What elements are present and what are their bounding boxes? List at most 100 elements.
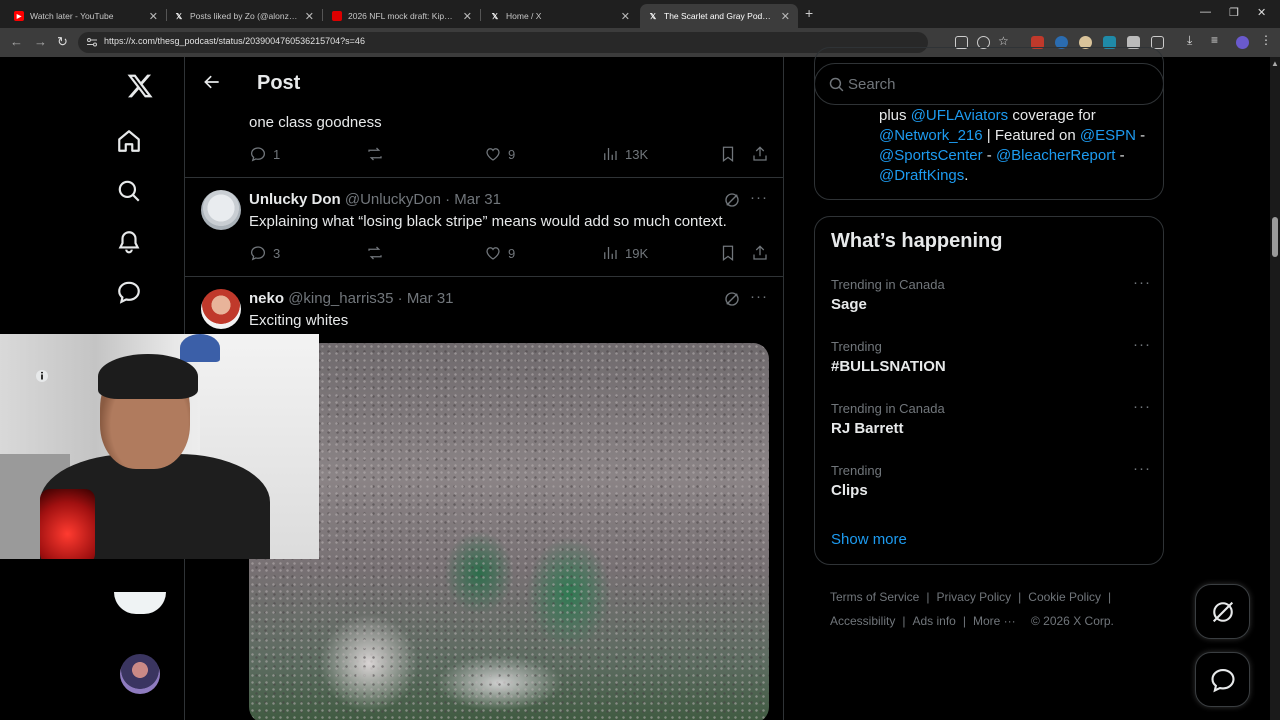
ads-info-link[interactable]: Ads info — [912, 614, 955, 628]
account-avatar[interactable] — [120, 654, 160, 694]
reply-icon — [250, 246, 266, 261]
info-icon[interactable] — [35, 369, 49, 383]
grok-button[interactable] — [1195, 584, 1250, 639]
reload-button[interactable]: ↻ — [57, 34, 68, 50]
maximize-button[interactable]: ❐ — [1229, 6, 1239, 19]
address-bar[interactable]: https://x.com/thesg_podcast/status/20390… — [78, 32, 928, 53]
trend-context: Trending — [831, 339, 882, 354]
post-date[interactable]: Mar 31 — [454, 191, 501, 208]
search-input[interactable] — [848, 73, 1148, 95]
back-arrow-icon[interactable] — [202, 72, 222, 92]
repost-button[interactable] — [366, 244, 390, 262]
close-icon[interactable]: ✕ — [621, 10, 630, 23]
grok-icon[interactable] — [723, 191, 741, 209]
share-button[interactable] — [751, 145, 775, 163]
close-window-button[interactable]: ✕ — [1257, 6, 1266, 19]
terms-link[interactable]: Terms of Service — [830, 590, 919, 604]
profile-avatar[interactable] — [1236, 36, 1249, 49]
trend-item[interactable]: Trending in Canada RJ Barrett ··· — [831, 398, 1151, 437]
forward-button[interactable]: → — [34, 34, 47, 49]
x-logo-icon[interactable] — [126, 72, 154, 100]
home-icon[interactable] — [116, 128, 142, 154]
trend-context: Trending — [831, 463, 882, 478]
author-name[interactable]: neko — [249, 290, 284, 307]
bookmark-button[interactable] — [719, 145, 743, 163]
like-button[interactable]: 9 — [484, 244, 515, 262]
tab-watch-later[interactable]: ▶ Watch later - YouTube ✕ — [6, 4, 166, 28]
mention-link[interactable]: @UFLAviators — [911, 107, 1008, 124]
avatar[interactable] — [201, 289, 241, 329]
section-title: What’s happening — [831, 230, 1003, 252]
back-button[interactable]: ← — [10, 34, 23, 49]
view-count: 13K — [625, 146, 649, 162]
reading-list-icon[interactable]: ≡ — [1211, 33, 1224, 47]
reply-post[interactable]: Unlucky Don @UnluckyDon · Mar 31 ··· Exp… — [185, 178, 783, 276]
tab-scarlet-gray-podcast[interactable]: 𝕏 The Scarlet and Gray Podcast o ✕ — [640, 4, 798, 28]
page-scrollbar[interactable] — [1270, 57, 1280, 720]
reply-count: 3 — [273, 245, 281, 261]
browser-menu-icon[interactable]: ⋮ — [1260, 33, 1273, 47]
new-tab-button[interactable]: + — [805, 5, 813, 21]
trend-item[interactable]: Trending Clips ··· — [831, 460, 1151, 499]
more-options-icon[interactable]: ··· — [1133, 336, 1151, 353]
close-icon[interactable]: ✕ — [149, 10, 158, 23]
bookmark-star-icon[interactable]: ☆ — [998, 34, 1011, 48]
scroll-up-arrow-icon[interactable]: ▲ — [1271, 59, 1279, 68]
bio-text: - — [1140, 127, 1146, 144]
show-more-link[interactable]: Show more — [831, 531, 907, 548]
messages-button[interactable] — [1195, 652, 1250, 707]
more-link[interactable]: More ··· — [973, 614, 1016, 628]
site-info-icon[interactable] — [86, 36, 98, 48]
notifications-bell-icon[interactable] — [116, 229, 142, 255]
grok-icon[interactable] — [723, 290, 741, 308]
trend-item[interactable]: Trending in Canada Sage ··· — [831, 274, 1151, 313]
share-button[interactable] — [751, 244, 775, 262]
trend-item[interactable]: Trending #BULLSNATION ··· — [831, 336, 1151, 375]
close-icon[interactable]: ✕ — [463, 10, 472, 23]
more-options-icon[interactable]: ··· — [1133, 274, 1151, 291]
repost-button[interactable] — [366, 145, 390, 163]
x-logo-icon: 𝕏 — [491, 11, 499, 21]
mention-link[interactable]: @DraftKings — [879, 167, 964, 184]
bookmark-button[interactable] — [719, 244, 743, 262]
video-media[interactable] — [249, 343, 769, 720]
author-handle[interactable]: @UnluckyDon — [345, 191, 441, 208]
views-button[interactable]: 19K — [601, 244, 648, 262]
avatar[interactable] — [201, 190, 241, 230]
more-options-icon[interactable]: ··· — [750, 288, 768, 305]
tab-home-x[interactable]: 𝕏 Home / X ✕ — [482, 4, 638, 28]
more-options-icon[interactable]: ··· — [1133, 398, 1151, 415]
author-handle[interactable]: @king_harris35 — [288, 290, 393, 307]
mention-link[interactable]: @BleacherReport — [996, 147, 1115, 164]
mention-link[interactable]: @ESPN — [1080, 127, 1136, 144]
reply-button[interactable]: 1 — [249, 145, 280, 163]
separator-dot: · — [445, 191, 451, 208]
repost-icon — [368, 246, 382, 260]
privacy-link[interactable]: Privacy Policy — [936, 590, 1011, 604]
author-name[interactable]: Unlucky Don — [249, 191, 341, 208]
bookmark-icon — [722, 245, 734, 262]
tab-separator — [322, 9, 323, 21]
footer-links: Terms of Service | Privacy Policy | Cookie P… — [830, 585, 1150, 633]
grok-icon — [1212, 601, 1233, 622]
close-icon[interactable]: ✕ — [781, 10, 790, 23]
views-button[interactable]: 13K — [601, 145, 648, 163]
post-date[interactable]: Mar 31 — [407, 290, 454, 307]
close-icon[interactable]: ✕ — [305, 10, 314, 23]
chat-bubble-icon[interactable] — [116, 279, 142, 305]
scrollbar-thumb[interactable] — [1272, 217, 1278, 257]
tab-nfl-mock-draft[interactable]: 2026 NFL mock draft: Kiper's p ✕ — [324, 4, 480, 28]
download-icon[interactable]: ⤓ — [1187, 33, 1200, 47]
mention-link[interactable]: @SportsCenter — [879, 147, 983, 164]
more-options-icon[interactable]: ··· — [1133, 460, 1151, 477]
reply-button[interactable]: 3 — [249, 244, 280, 262]
search-box[interactable] — [814, 63, 1164, 105]
cookie-link[interactable]: Cookie Policy — [1028, 590, 1101, 604]
like-button[interactable]: 9 — [484, 145, 515, 163]
minimize-button[interactable]: — — [1200, 6, 1211, 18]
tab-posts-liked[interactable]: 𝕏 Posts liked by Zo (@alonzonem ✕ — [166, 4, 322, 28]
mention-link[interactable]: @Network_216 — [879, 127, 983, 144]
accessibility-link[interactable]: Accessibility — [830, 614, 895, 628]
more-options-icon[interactable]: ··· — [750, 189, 768, 206]
search-icon[interactable] — [116, 178, 142, 204]
